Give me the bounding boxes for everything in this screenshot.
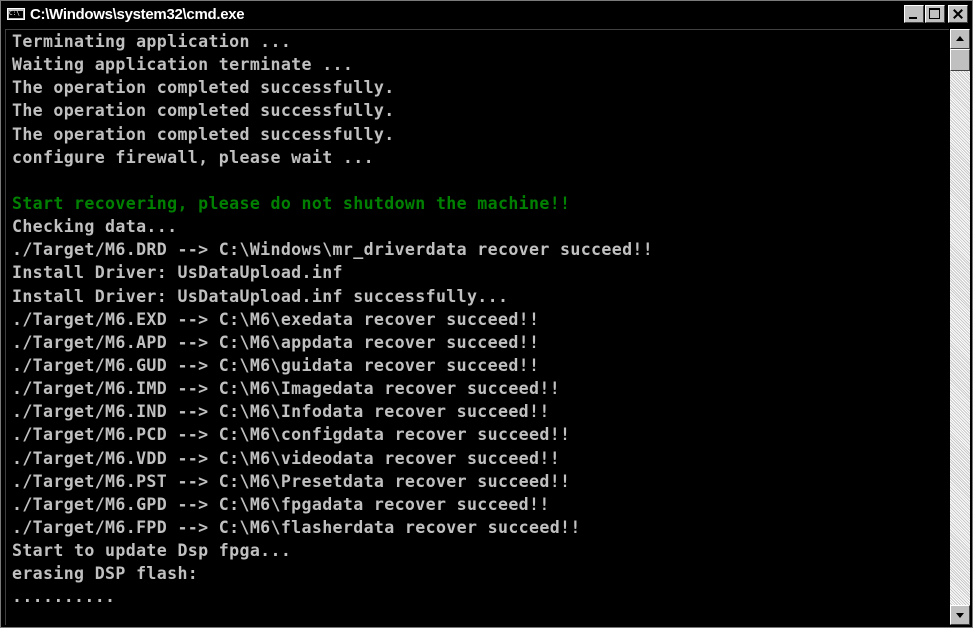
console-line: Start to update Dsp fpga... <box>12 541 292 561</box>
console-line: ./Target/M6.PCD --> C:\M6\configdata rec… <box>12 425 571 445</box>
console-line: Checking data... <box>12 217 178 237</box>
cmd-console-icon[interactable] <box>7 8 25 20</box>
console-line: ./Target/M6.DRD --> C:\Windows\mr_driver… <box>12 240 654 260</box>
console-line: Terminating application ... <box>12 32 292 51</box>
console-output[interactable]: Terminating application ... Waiting appli… <box>5 29 949 625</box>
console-line: The operation completed successfully. <box>12 78 395 98</box>
console-line: Waiting application terminate ... <box>12 55 354 75</box>
console-line: Start recovering, please do not shutdown… <box>12 193 571 213</box>
console-line: ./Target/M6.FPD --> C:\M6\flasherdata re… <box>12 517 581 537</box>
console-line: The operation completed successfully. <box>12 101 395 121</box>
scrollbar-thumb[interactable] <box>950 49 970 71</box>
scroll-up-arrow-icon[interactable] <box>950 29 970 49</box>
console-line: configure firewall, please wait ... <box>12 147 374 167</box>
window-title: C:\Windows\system32\cmd.exe <box>30 5 245 23</box>
window-controls <box>904 5 968 23</box>
title-bar[interactable]: C:\Windows\system32\cmd.exe <box>1 1 972 27</box>
console-line: ./Target/M6.APD --> C:\M6\appdata recove… <box>12 332 540 352</box>
vertical-scrollbar[interactable] <box>950 29 970 625</box>
console-line: ./Target/M6.IND --> C:\M6\Infodata recov… <box>12 402 550 422</box>
console-line: ./Target/M6.IMD --> C:\M6\Imagedata reco… <box>12 379 561 399</box>
cmd-window: C:\Windows\system32\cmd.exe Terminating … <box>0 0 973 628</box>
console-line: Install Driver: UsDataUpload.inf <box>12 263 343 283</box>
console-line: ./Target/M6.PST --> C:\M6\Presetdata rec… <box>12 471 571 491</box>
console-line: The operation completed successfully. <box>12 124 395 144</box>
console-line: Install Driver: UsDataUpload.inf success… <box>12 286 509 306</box>
maximize-button[interactable] <box>925 5 945 23</box>
console-line: .......... <box>12 587 116 607</box>
console-line: ./Target/M6.GUD --> C:\M6\guidata recove… <box>12 355 540 375</box>
scroll-down-arrow-icon[interactable] <box>950 605 970 625</box>
console-line: ./Target/M6.EXD --> C:\M6\exedata recove… <box>12 309 540 329</box>
console-line: ./Target/M6.VDD --> C:\M6\videodata reco… <box>12 448 561 468</box>
close-button[interactable] <box>948 5 968 23</box>
minimize-button[interactable] <box>904 5 924 23</box>
console-line: erasing DSP flash: <box>12 564 199 584</box>
console-line: ./Target/M6.GPD --> C:\M6\fpgadata recov… <box>12 494 550 514</box>
